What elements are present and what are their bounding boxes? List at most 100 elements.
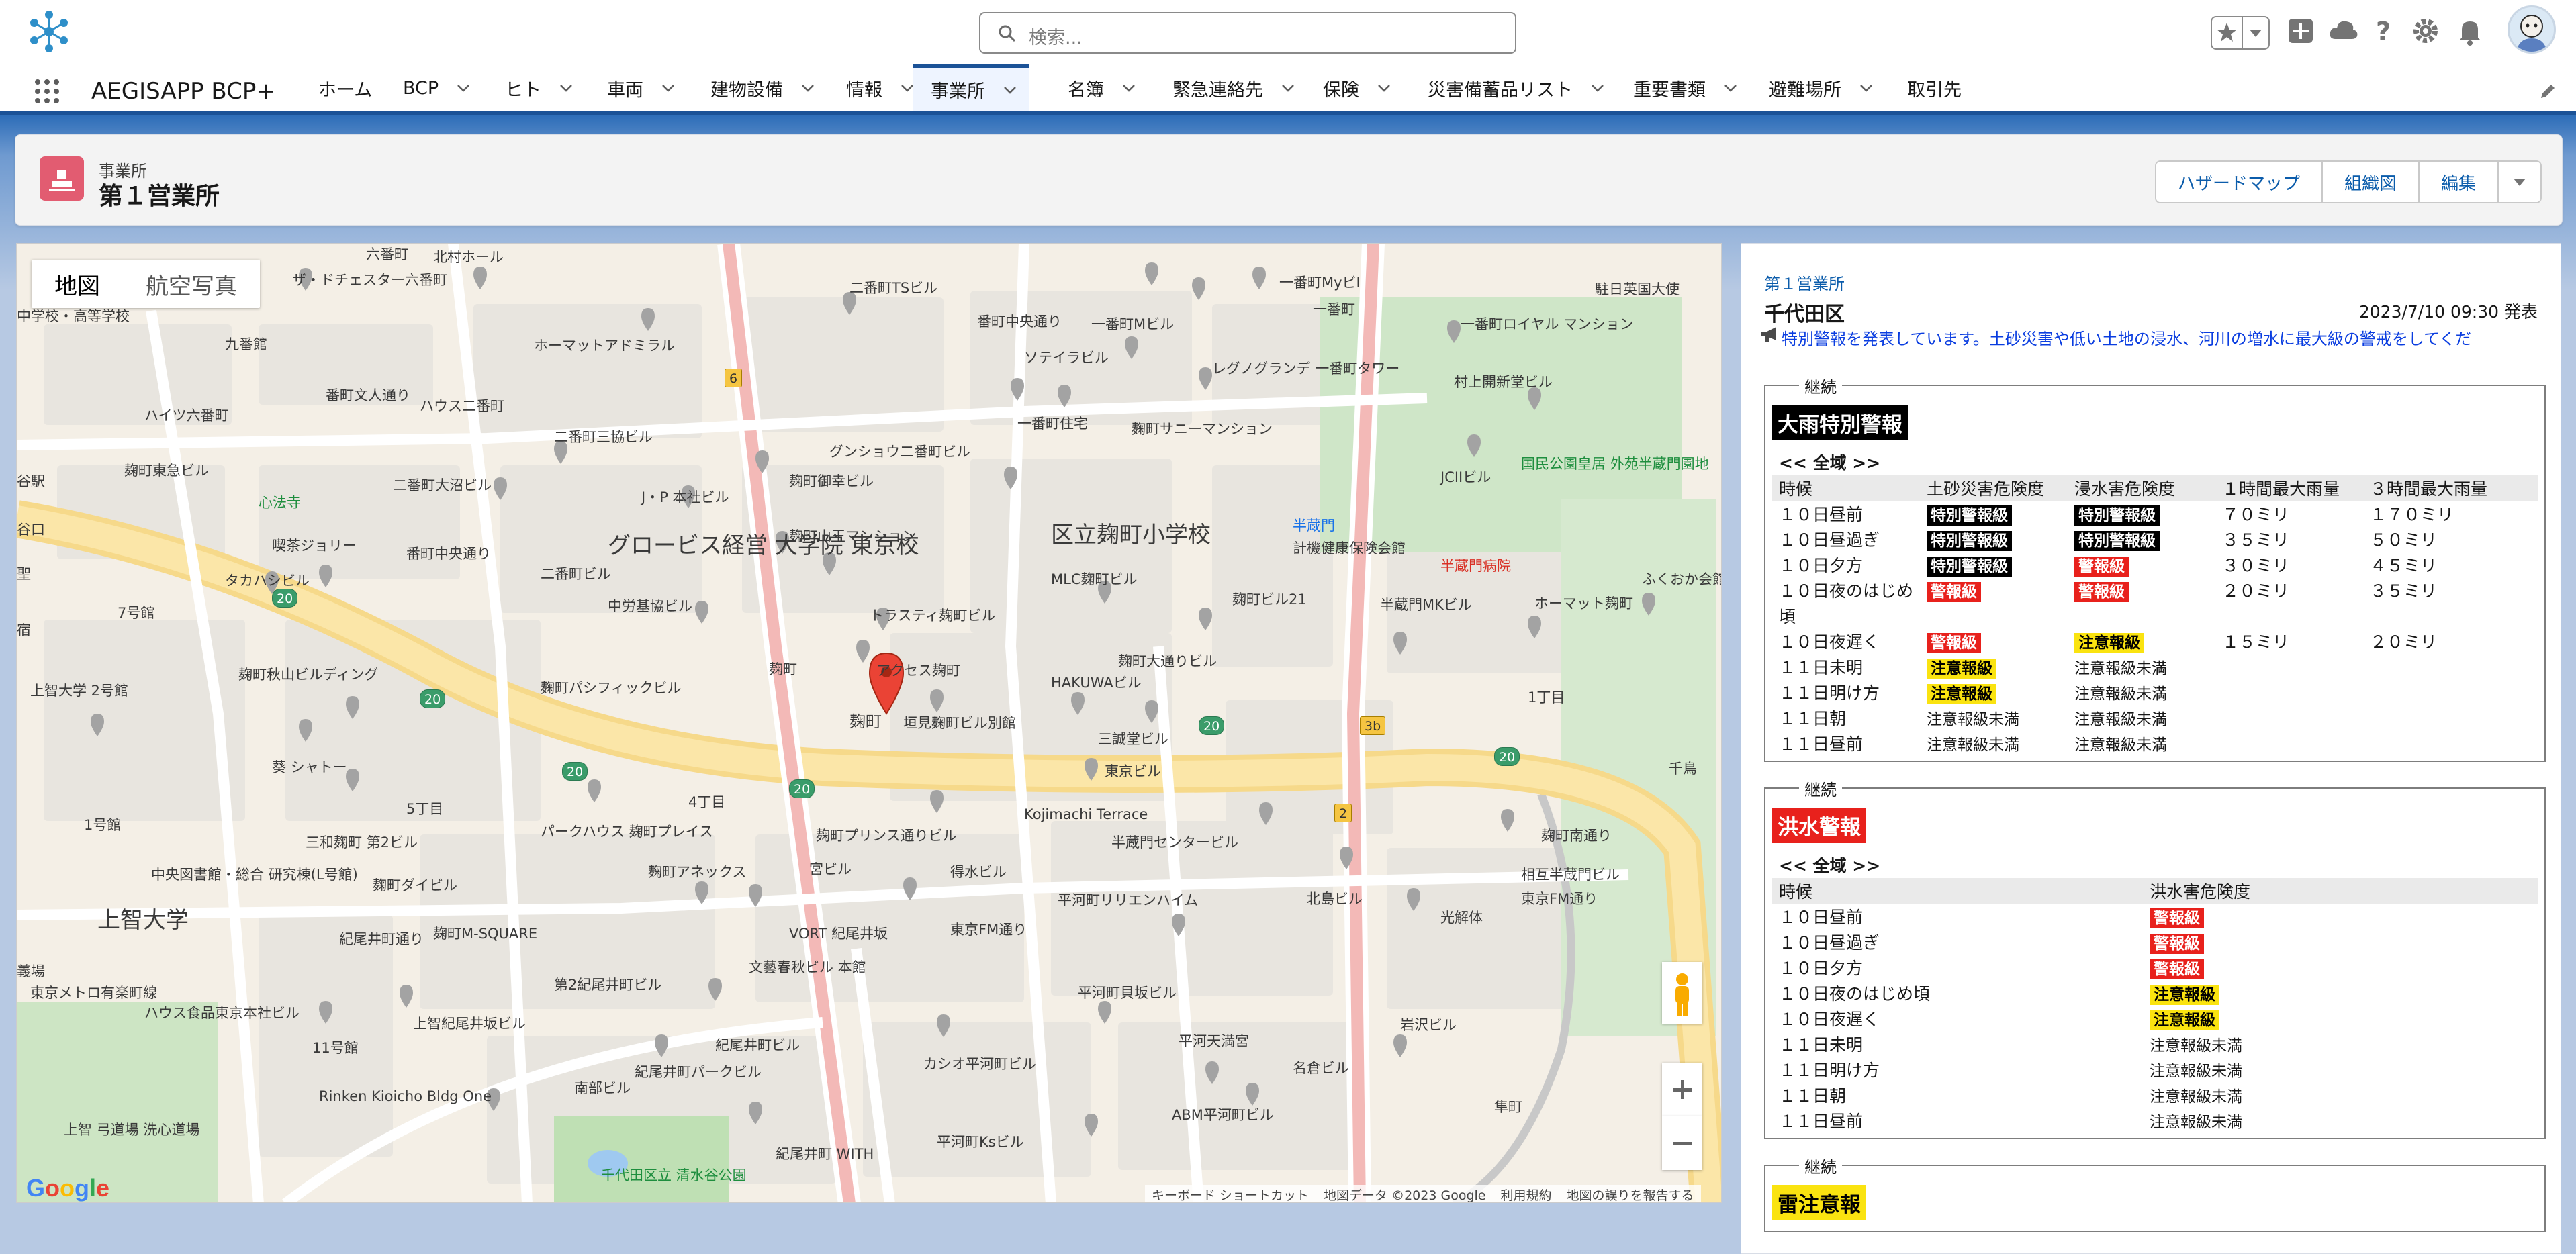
- bell-icon[interactable]: [2455, 16, 2485, 48]
- table-cell: １１日朝: [1779, 1086, 1847, 1106]
- avatar[interactable]: [2508, 5, 2556, 54]
- chevron-down-icon[interactable]: [1859, 81, 1874, 95]
- risk-level-badge: 特別警報級: [1927, 505, 2012, 526]
- google-logo[interactable]: Google: [26, 1174, 109, 1202]
- nav-item[interactable]: 取引先: [1907, 64, 1962, 111]
- chevron-down-icon[interactable]: [1377, 81, 1391, 95]
- nav-item-label: 保険: [1323, 79, 1359, 101]
- table-cell: 特別警報級: [1927, 502, 2012, 526]
- route-shield: 20: [420, 689, 446, 708]
- nav-item-label: 避難場所: [1769, 79, 1841, 101]
- chevron-down-icon: [2514, 179, 2526, 186]
- keyboard-shortcuts-link[interactable]: キーボード ショートカット: [1152, 1186, 1309, 1203]
- weather-warnings-panel: 第１営業所 千代田区 2023/7/10 09:30 発表 特別警報を発表してい…: [1741, 243, 2561, 1254]
- table-cell: １０日夜のはじめ頃: [1779, 984, 1931, 1004]
- chevron-down-icon[interactable]: [2248, 27, 2263, 39]
- nav-item[interactable]: 名簿: [1068, 64, 1136, 111]
- table-cell: 注意報級: [2150, 1007, 2219, 1030]
- edit-button[interactable]: 編集: [2420, 162, 2499, 202]
- nav-item[interactable]: ホーム: [318, 64, 372, 111]
- nav-item[interactable]: 緊急連絡先: [1172, 64, 1295, 111]
- chevron-down-icon[interactable]: [800, 81, 815, 95]
- chevron-down-icon[interactable]: [456, 81, 471, 95]
- office-link[interactable]: 第１営業所: [1764, 271, 1845, 294]
- street-view-pegman-icon[interactable]: [1662, 962, 1702, 1024]
- table-cell: １１日明け方: [1779, 683, 1880, 703]
- chevron-down-icon[interactable]: [1281, 81, 1295, 95]
- table-cell: 警報級: [2074, 579, 2129, 602]
- edit-nav-pencil-icon[interactable]: [2538, 82, 2557, 101]
- search-placeholder: 検索...: [1029, 28, 1083, 48]
- chevron-down-icon[interactable]: [1723, 81, 1738, 95]
- app-launcher-icon[interactable]: [32, 77, 62, 106]
- zoom-in-button[interactable]: [1662, 1063, 1702, 1116]
- warning-message: 特別警報を発表しています。土砂災害や低い土地の浸水、河川の増水に最大級の警戒をし…: [1782, 330, 2472, 348]
- google-map[interactable]: 六番町 北村ホール ザ・ドチェスター六番町 中学校・高等学校 九番館 ホーマットアドミラル…: [16, 243, 1722, 1203]
- chevron-down-icon[interactable]: [1121, 81, 1136, 95]
- risk-level-badge: 注意報級未満: [2074, 736, 2167, 754]
- risk-level-badge: 特別警報級: [1927, 531, 2012, 551]
- nav-item[interactable]: 保険: [1323, 64, 1391, 111]
- org-chart-button[interactable]: 組織図: [2323, 162, 2420, 202]
- table-cell: 注意報級: [2074, 630, 2144, 653]
- nav-item[interactable]: 車両: [607, 64, 676, 111]
- nav-item[interactable]: 建物設備: [710, 64, 815, 111]
- table-cell: 注意報級未満: [1927, 706, 2019, 729]
- table-cell: 警報級: [1927, 630, 1981, 653]
- report-error-link[interactable]: 地図の誤りを報告する: [1567, 1186, 1694, 1203]
- favorites-button[interactable]: [2211, 16, 2270, 50]
- more-actions-button[interactable]: [2499, 162, 2541, 202]
- table-cell: ７０ミリ: [2222, 505, 2290, 524]
- nav-item-label: 情報: [846, 79, 882, 101]
- nav-item[interactable]: 事業所: [913, 64, 1029, 111]
- record-title: 第１営業所: [99, 183, 220, 210]
- nav-item-label: ホーム: [318, 79, 373, 101]
- risk-level-badge: 注意報級: [2074, 633, 2144, 653]
- table-cell: 警報級: [2150, 956, 2204, 979]
- nav-item-label: 名簿: [1068, 79, 1104, 101]
- zoom-out-button[interactable]: [1662, 1116, 1702, 1170]
- risk-level-badge: 警報級: [2150, 959, 2204, 979]
- chevron-down-icon[interactable]: [1590, 81, 1605, 95]
- gear-icon[interactable]: [2411, 16, 2440, 48]
- nav-item[interactable]: 災害備蓄品リスト: [1428, 64, 1605, 111]
- cloud-icon[interactable]: [2328, 16, 2360, 48]
- table-cell: １０日昼前: [1779, 908, 1864, 927]
- table-row: 頃: [1772, 603, 2538, 628]
- risk-level-badge: 警報級: [2150, 934, 2204, 954]
- table-cell: １１日朝: [1779, 709, 1847, 728]
- add-icon[interactable]: [2286, 16, 2315, 48]
- warning-title: 大雨特別警報: [1772, 405, 1908, 440]
- terms-link[interactable]: 利用規約: [1500, 1186, 1551, 1203]
- chevron-down-icon[interactable]: [559, 81, 573, 95]
- nav-item-label: 災害備蓄品リスト: [1428, 79, 1573, 101]
- help-icon[interactable]: ?: [2371, 16, 2397, 48]
- chevron-down-icon[interactable]: [1003, 83, 1017, 97]
- table-cell: １０日夕方: [1779, 556, 1864, 575]
- nav-item[interactable]: 重要書類: [1633, 64, 1738, 111]
- risk-level-badge: 注意報級: [1927, 659, 1996, 679]
- table-row: １０日昼前 警報級: [1772, 904, 2538, 929]
- nav-item-label: 建物設備: [710, 79, 783, 101]
- risk-level-badge: 警報級: [1927, 582, 1981, 602]
- favorites-star-icon[interactable]: [2212, 17, 2243, 48]
- chevron-down-icon[interactable]: [900, 81, 915, 95]
- nav-item[interactable]: BCP: [403, 64, 471, 111]
- global-search-input[interactable]: 検索...: [979, 12, 1516, 54]
- table-cell: ３０ミリ: [2222, 556, 2290, 575]
- app-logo-icon[interactable]: [26, 8, 73, 55]
- nav-item[interactable]: 避難場所: [1769, 64, 1874, 111]
- office-record-icon: [40, 156, 84, 201]
- hazard-map-button[interactable]: ハザードマップ: [2156, 162, 2324, 202]
- table-row: １０日昼過ぎ 特別警報級 特別警報級 ３５ミリ ５０ミリ: [1772, 526, 2538, 552]
- nav-item[interactable]: ヒト: [505, 64, 573, 111]
- table-cell: １０日夜遅く: [1779, 632, 1880, 652]
- satellite-tab[interactable]: 航空写真: [123, 260, 260, 308]
- nav-item[interactable]: 情報: [846, 64, 915, 111]
- risk-level-badge: 注意報級未満: [2074, 685, 2167, 703]
- record-action-buttons: ハザードマップ 組織図 編集: [2155, 160, 2542, 203]
- table-row: １１日未明 注意報級 注意報級未満: [1772, 654, 2538, 679]
- nav-item-label: 重要書類: [1633, 79, 1706, 101]
- map-tab[interactable]: 地図: [32, 260, 123, 308]
- chevron-down-icon[interactable]: [661, 81, 676, 95]
